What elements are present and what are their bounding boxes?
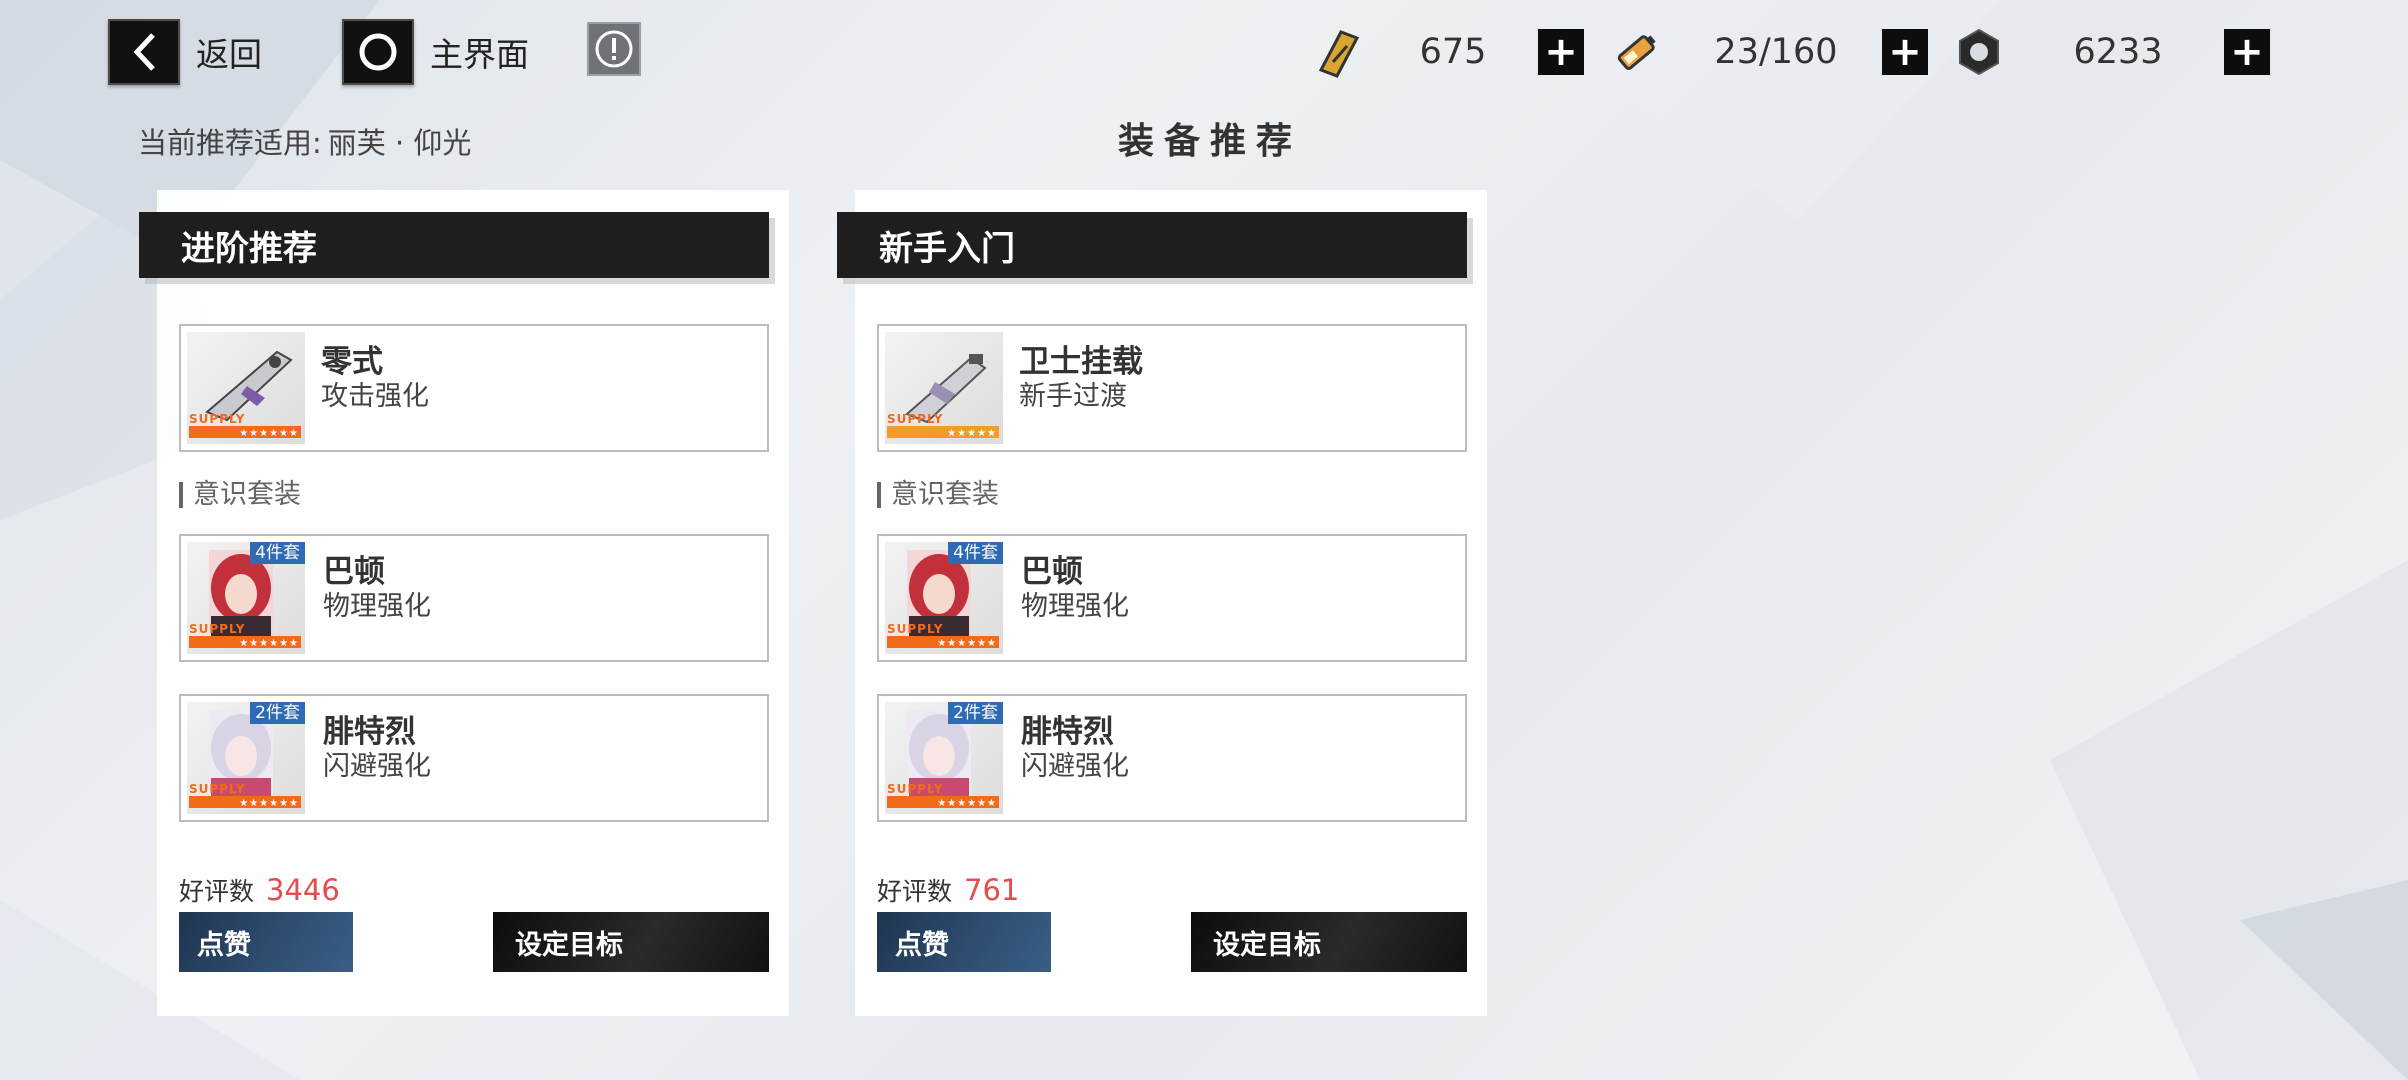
card-header: 新手入门 xyxy=(837,212,1467,278)
home-label: 主界面 xyxy=(430,35,529,74)
add-resource-button[interactable]: + xyxy=(1882,29,1928,75)
battery-icon xyxy=(1608,23,1666,81)
back-label: 返回 xyxy=(196,35,262,74)
resource-currency: 6233 + xyxy=(1950,22,2270,82)
subtitle-prefix: 当前推荐适用: xyxy=(138,126,322,160)
set-target-button[interactable]: 设定目标 xyxy=(493,912,769,972)
resource-stamina: 23/160 + xyxy=(1608,22,1928,82)
recommendation-card-beginner: 新手入门 SUPPLY ★★★★★ 卫士挂载 新手过渡 意识套装 4件套 SUP… xyxy=(837,190,1487,1016)
character-name: 丽芙 · 仰光 xyxy=(327,126,472,160)
rarity-stars: ★★★★★ xyxy=(947,428,997,439)
supply-tag: SUPPLY xyxy=(887,782,944,796)
set-count-badge: 2件套 xyxy=(948,702,1003,724)
info-button[interactable] xyxy=(587,22,641,76)
memory-thumbnail: 4件套 SUPPLY ★★★★★★ xyxy=(187,542,305,654)
memory-set-item[interactable]: 4件套 SUPPLY ★★★★★★ 巴顿 物理强化 xyxy=(877,534,1467,662)
memory-set-item[interactable]: 2件套 SUPPLY ★★★★★★ 腓特烈 闪避强化 xyxy=(877,694,1467,822)
weapon-thumbnail: SUPPLY ★★★★★ xyxy=(885,332,1003,444)
rarity-stars: ★★★★★★ xyxy=(239,428,299,439)
rating-label: 好评数 xyxy=(877,877,953,906)
memory-desc: 物理强化 xyxy=(1021,591,1129,622)
resource-value: 23/160 xyxy=(1714,32,1838,72)
memory-set-item[interactable]: 4件套 SUPPLY ★★★★★★ 巴顿 物理强化 xyxy=(179,534,769,662)
page-title: 装备推荐 xyxy=(1118,121,1303,162)
supply-tag: SUPPLY xyxy=(887,412,944,426)
weapon-item[interactable]: SUPPLY ★★★★★ 卫士挂载 新手过渡 xyxy=(877,324,1467,452)
card-header: 进阶推荐 xyxy=(139,212,769,278)
memory-thumbnail: 2件套 SUPPLY ★★★★★★ xyxy=(885,702,1003,814)
supply-tag: SUPPLY xyxy=(189,782,246,796)
rating-value: 3446 xyxy=(266,873,340,907)
rating-label: 好评数 xyxy=(179,877,255,906)
set-count-badge: 4件套 xyxy=(948,542,1003,564)
resource-value: 6233 xyxy=(2073,32,2163,72)
weapon-desc: 攻击强化 xyxy=(321,381,429,412)
memory-desc: 闪避强化 xyxy=(323,751,431,782)
add-resource-button[interactable]: + xyxy=(2224,29,2270,75)
like-button[interactable]: 点赞 xyxy=(877,912,1051,972)
weapon-item[interactable]: SUPPLY ★★★★★★ 零式 攻击强化 xyxy=(179,324,769,452)
section-label-memory-set: 意识套装 xyxy=(179,481,301,508)
recommendation-target: 当前推荐适用: 丽芙 · 仰光 xyxy=(138,120,471,162)
set-target-button[interactable]: 设定目标 xyxy=(1191,912,1467,972)
memory-thumbnail: 2件套 SUPPLY ★★★★★★ xyxy=(187,702,305,814)
chevron-left-icon xyxy=(108,19,180,85)
supply-tag: SUPPLY xyxy=(887,622,944,636)
memory-thumbnail: 4件套 SUPPLY ★★★★★★ xyxy=(885,542,1003,654)
resource-value: 675 xyxy=(1419,32,1487,72)
exclamation-icon xyxy=(595,30,633,68)
rarity-stars: ★★★★★★ xyxy=(239,798,299,809)
back-button[interactable]: 返回 xyxy=(108,19,262,85)
set-count-badge: 4件套 xyxy=(250,542,305,564)
nut-currency-icon xyxy=(1950,23,2008,81)
weapon-desc: 新手过渡 xyxy=(1019,381,1127,412)
rating-row: 好评数 761 xyxy=(877,872,1019,908)
resource-blueprint: 675 + xyxy=(1310,22,1584,82)
supply-tag: SUPPLY xyxy=(189,412,246,426)
resource-bar: 675 + 23/160 + 6233 + xyxy=(1310,22,2270,82)
section-label-memory-set: 意识套装 xyxy=(877,481,999,508)
set-count-badge: 2件套 xyxy=(250,702,305,724)
rarity-stars: ★★★★★★ xyxy=(239,638,299,649)
top-navigation: 返回 主界面 xyxy=(108,19,641,85)
rating-value: 761 xyxy=(964,873,1020,907)
supply-tag: SUPPLY xyxy=(189,622,246,636)
recommendation-card-advanced: 进阶推荐 SUPPLY ★★★★★★ 零式 攻击强化 意识套装 4件套 SUPP… xyxy=(139,190,789,1016)
blueprint-ticket-icon xyxy=(1310,23,1368,81)
home-button[interactable]: 主界面 xyxy=(342,19,529,85)
add-resource-button[interactable]: + xyxy=(1538,29,1584,75)
weapon-thumbnail: SUPPLY ★★★★★★ xyxy=(187,332,305,444)
memory-desc: 物理强化 xyxy=(323,591,431,622)
like-button[interactable]: 点赞 xyxy=(179,912,353,972)
memory-desc: 闪避强化 xyxy=(1021,751,1129,782)
memory-set-item[interactable]: 2件套 SUPPLY ★★★★★★ 腓特烈 闪避强化 xyxy=(179,694,769,822)
circle-home-icon xyxy=(342,19,414,85)
rating-row: 好评数 3446 xyxy=(179,872,340,908)
rarity-stars: ★★★★★★ xyxy=(937,638,997,649)
rarity-stars: ★★★★★★ xyxy=(937,798,997,809)
